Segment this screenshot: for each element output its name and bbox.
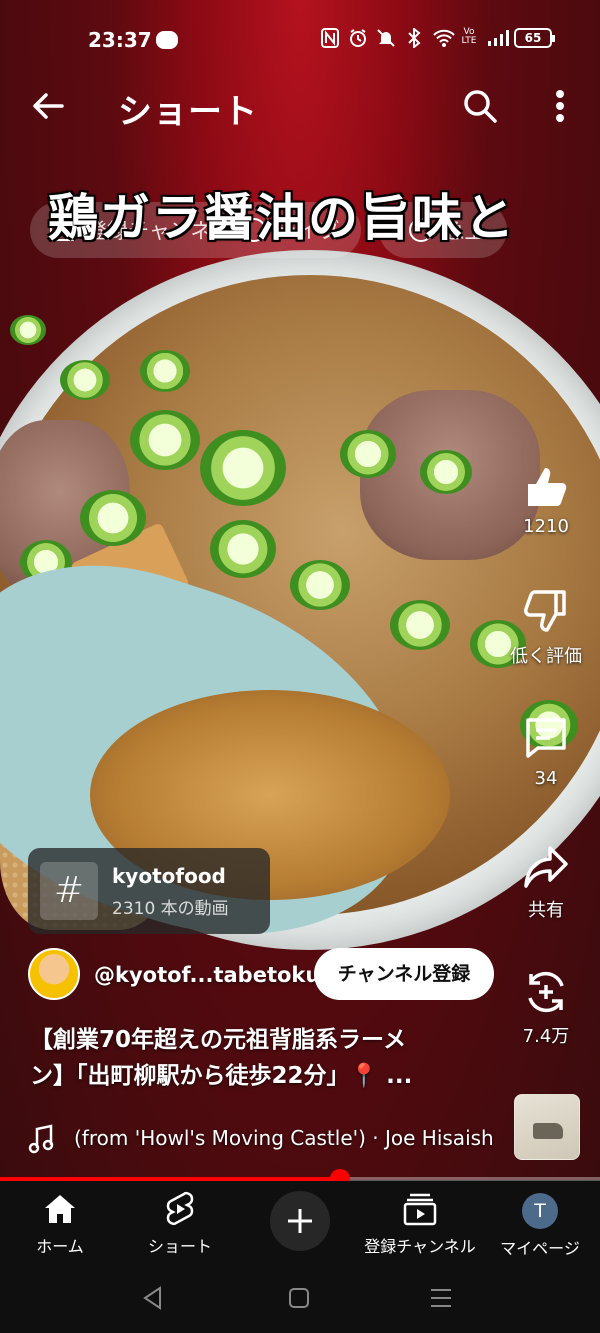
volte-icon: Vo LTE xyxy=(461,27,477,46)
video-title-line: 【創業70年超えの元祖背脂系ラーメ xyxy=(30,1027,407,1053)
app-bar: ショート xyxy=(0,80,600,136)
subscribe-button[interactable]: チャンネル登録 xyxy=(314,948,494,1000)
nav-label: マイページ xyxy=(500,1239,580,1258)
nfc-icon xyxy=(320,28,340,48)
page-title: ショート xyxy=(118,92,258,132)
system-back-icon[interactable] xyxy=(140,1285,166,1311)
comment-count: 34 xyxy=(534,768,558,789)
share-icon xyxy=(524,846,568,888)
scallion-image xyxy=(80,490,146,546)
battery-icon: 65 xyxy=(514,28,555,48)
nav-label: 登録チャンネル xyxy=(364,1237,476,1256)
channel-handle[interactable]: @kyotof...tabetoku xyxy=(94,963,320,987)
scallion-image xyxy=(420,450,472,494)
music-thumbnail[interactable] xyxy=(514,1094,580,1160)
nav-home[interactable]: ホーム xyxy=(0,1181,120,1263)
video-caption: 鶏ガラ醤油の旨味と xyxy=(48,188,516,247)
profile-avatar: T xyxy=(522,1193,558,1229)
share-button[interactable]: 共有 xyxy=(501,842,591,922)
line-icon xyxy=(156,31,178,49)
mute-icon xyxy=(376,28,396,48)
status-bar: 23:37 Vo LTE 65 xyxy=(0,0,600,80)
system-recents-icon[interactable] xyxy=(428,1285,454,1311)
scallion-image xyxy=(210,520,276,578)
scallion-image xyxy=(130,410,200,470)
remix-button[interactable]: 7.4万 xyxy=(501,968,591,1048)
like-count: 1210 xyxy=(523,516,569,537)
thumbs-up-icon xyxy=(528,468,567,506)
hashtag-card[interactable]: # kyotofood 2310 本の動画 xyxy=(28,848,270,934)
nav-subscriptions[interactable]: 登録チャンネル xyxy=(360,1181,480,1263)
scallion-image xyxy=(60,360,110,400)
alarm-icon xyxy=(348,28,368,48)
home-icon xyxy=(45,1195,75,1223)
bottom-nav: ホーム ショート 登録チャンネル T マイページ xyxy=(0,1181,600,1263)
nav-shorts[interactable]: ショート xyxy=(120,1181,240,1263)
create-button[interactable] xyxy=(270,1191,330,1251)
dislike-button[interactable]: 低く評価 xyxy=(501,588,591,668)
hashtag-video-count: 2310 本の動画 xyxy=(112,898,229,919)
piano-image xyxy=(533,1123,563,1139)
remix-icon xyxy=(528,971,564,1013)
search-icon xyxy=(464,90,497,123)
status-icons: Vo LTE 65 xyxy=(320,26,555,50)
plus-icon xyxy=(288,1209,312,1233)
status-time: 23:37 xyxy=(88,28,152,52)
comments-button[interactable]: 34 xyxy=(501,714,591,789)
scallion-image xyxy=(340,430,396,478)
shorts-icon xyxy=(166,1192,194,1225)
scallion-image xyxy=(10,315,46,345)
bluetooth-icon xyxy=(404,26,424,50)
dislike-label: 低く評価 xyxy=(510,646,582,667)
hashtag-name: kyotofood xyxy=(112,863,226,888)
scallion-image xyxy=(290,560,350,610)
share-label: 共有 xyxy=(528,900,564,921)
signal-icon xyxy=(486,28,509,48)
nav-profile[interactable]: T マイページ xyxy=(480,1181,600,1263)
music-note-icon xyxy=(28,1124,54,1154)
scallion-image xyxy=(140,350,190,392)
video-title-line: ン】「出町柳駅から徒歩22分」📍 ... xyxy=(30,1063,413,1089)
search-button[interactable] xyxy=(460,86,500,126)
wifi-icon xyxy=(432,28,455,48)
more-vertical-icon xyxy=(556,90,564,122)
video-title[interactable]: 【創業70年超えの元祖背脂系ラーメ ン】「出町柳駅から徒歩22分」📍 ... xyxy=(30,1022,480,1094)
comment-icon xyxy=(526,718,566,758)
remix-count: 7.4万 xyxy=(522,1026,570,1047)
back-button[interactable] xyxy=(28,86,68,126)
music-track[interactable]: (from 'Howl's Moving Castle') · Joe Hisa… xyxy=(74,1126,494,1150)
more-options-button[interactable] xyxy=(544,86,576,126)
channel-avatar[interactable] xyxy=(28,948,80,1000)
subscriptions-icon xyxy=(403,1193,437,1226)
hashtag-icon: # xyxy=(40,862,98,920)
thumbs-down-icon xyxy=(524,590,566,632)
nav-label: ショート xyxy=(147,1237,212,1256)
system-nav xyxy=(0,1263,600,1333)
scallion-image xyxy=(200,430,286,506)
arrow-left-icon xyxy=(33,93,64,119)
system-home-icon[interactable] xyxy=(286,1285,312,1311)
nav-label: ホーム xyxy=(36,1237,84,1256)
like-button[interactable]: 1210 xyxy=(501,462,591,537)
scallion-image xyxy=(390,600,450,650)
